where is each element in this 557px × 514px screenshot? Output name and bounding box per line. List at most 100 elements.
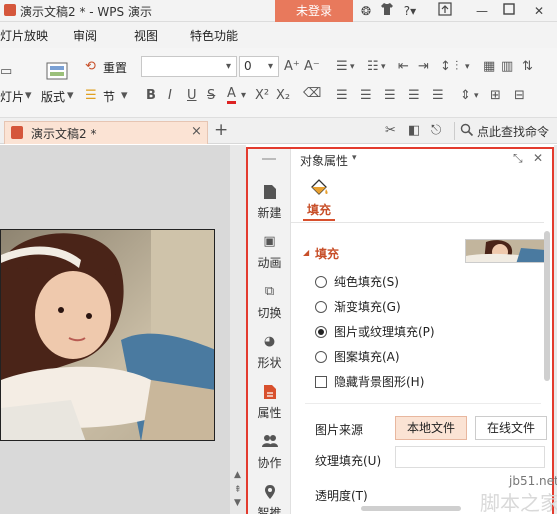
solid-fill-option[interactable]: 纯色填充(S)	[315, 273, 399, 289]
line-spacing-icon[interactable]: ↕	[440, 59, 451, 75]
bullet-list-dropdown-icon[interactable]: ▾	[350, 59, 355, 75]
shirt-icon[interactable]	[378, 2, 396, 20]
font-size-dropdown-icon[interactable]: ▾	[268, 59, 273, 75]
section-icon[interactable]: ☰	[85, 88, 97, 104]
skin-icon[interactable]: ❂	[357, 2, 375, 20]
increase-indent-icon[interactable]: ⇥	[418, 59, 429, 75]
vertical-align-icon[interactable]: ⊟	[514, 88, 525, 104]
layout-dropdown-icon[interactable]: ▾	[67, 88, 74, 104]
collapse-section-icon[interactable]: ◢	[303, 248, 309, 257]
numbered-list-dropdown-icon[interactable]: ▾	[381, 59, 386, 75]
font-name-select[interactable]	[141, 56, 237, 77]
text-direction-dropdown-icon[interactable]: ▾	[465, 59, 470, 75]
slide-vertical-scrollbar[interactable]: ▲ ⇞ ▼	[230, 145, 246, 514]
underline-button[interactable]: U	[187, 88, 197, 104]
menu-view[interactable]: 视图	[134, 27, 158, 44]
strikethrough-button[interactable]: S	[207, 88, 215, 104]
numbered-list-icon[interactable]: ☷	[367, 59, 379, 75]
side-tab-properties[interactable]: 属性	[248, 384, 291, 421]
section-button[interactable]: 节	[103, 88, 115, 105]
hide-background-option[interactable]: 隐藏背景图形(H)	[315, 373, 424, 389]
side-tab-shape[interactable]: ◕ 形状	[248, 334, 291, 371]
text-direction-icon[interactable]: ⫶	[455, 59, 458, 75]
login-button[interactable]: 未登录	[275, 0, 353, 22]
paragraph-spacing-dropdown-icon[interactable]: ▾	[474, 88, 479, 104]
decrease-font-icon[interactable]: A⁻	[304, 59, 320, 75]
close-pane-icon[interactable]: ✕	[533, 151, 543, 165]
pane-grip-icon[interactable]	[262, 158, 276, 160]
gradient-fill-option[interactable]: 渐变填充(G)	[315, 298, 401, 314]
command-search-input[interactable]: 点此查找命令	[477, 123, 549, 140]
undock-pane-icon[interactable]: ⤡	[513, 151, 523, 166]
new-slide-dropdown-icon[interactable]: ▾	[25, 88, 32, 104]
font-name-dropdown-icon[interactable]: ▾	[226, 59, 231, 75]
columns-icon[interactable]: ▥	[501, 59, 513, 75]
slide-picture[interactable]	[0, 229, 215, 441]
scroll-up-icon[interactable]: ▲	[234, 470, 241, 480]
properties-vertical-scrollbar[interactable]	[544, 231, 550, 381]
solid-fill-radio[interactable]	[315, 276, 327, 288]
clear-format-icon[interactable]: ⌫	[303, 86, 321, 102]
reset-button[interactable]: 重置	[103, 59, 127, 76]
gradient-fill-radio[interactable]	[315, 301, 327, 313]
side-tab-animation[interactable]: ▣ 动画	[248, 234, 291, 271]
layout-icon[interactable]	[46, 62, 68, 85]
properties-title[interactable]: 对象属性	[300, 152, 348, 169]
italic-button[interactable]: I	[168, 88, 172, 104]
menu-review[interactable]: 审阅	[73, 27, 97, 44]
picture-texture-fill-radio[interactable]	[315, 326, 327, 338]
new-tab-icon[interactable]: +	[214, 120, 228, 140]
hide-background-checkbox[interactable]	[315, 376, 327, 388]
side-tab-transition[interactable]: ⧉ 切换	[248, 284, 291, 321]
close-tab-icon[interactable]: ×	[191, 124, 202, 139]
side-tab-new[interactable]: 新建	[248, 184, 291, 221]
font-color-button[interactable]: A	[227, 86, 236, 104]
document-tab[interactable]: 演示文稿2 * ×	[4, 121, 208, 144]
section-dropdown-icon[interactable]: ▾	[121, 88, 128, 104]
fill-section-title[interactable]: 填充	[315, 245, 339, 262]
bullet-list-icon[interactable]: ☰	[336, 59, 348, 75]
pattern-fill-radio[interactable]	[315, 351, 327, 363]
menu-slideshow[interactable]: 灯片放映	[0, 27, 48, 44]
local-file-button[interactable]: 本地文件	[395, 416, 467, 440]
text-box-icon[interactable]: ⊞	[490, 88, 501, 104]
properties-horizontal-scrollbar[interactable]	[361, 506, 461, 511]
subscript-button[interactable]: X₂	[276, 88, 290, 104]
new-slide-button[interactable]: 灯片	[0, 88, 24, 105]
tools-icon[interactable]: ✂	[385, 123, 396, 139]
new-slide-icon[interactable]: ▭	[0, 64, 12, 80]
document-status-icon[interactable]: ◧	[408, 123, 420, 139]
pattern-fill-option[interactable]: 图案填充(A)	[315, 348, 400, 364]
decrease-indent-icon[interactable]: ⇤	[398, 59, 409, 75]
scroll-down-icon[interactable]: ▼	[234, 498, 241, 508]
help-icon[interactable]: ?▾	[399, 2, 421, 20]
menu-special-features[interactable]: 特色功能	[190, 27, 238, 44]
increase-font-icon[interactable]: A⁺	[284, 59, 300, 75]
fill-tab[interactable]: 填充	[305, 179, 333, 218]
distribute-icon[interactable]: ☰	[432, 88, 444, 104]
side-tab-collaborate[interactable]: 协作	[248, 434, 291, 471]
side-tab-recommend[interactable]: 智推	[248, 484, 291, 514]
align-center-icon[interactable]: ☰	[360, 88, 372, 104]
bold-button[interactable]: B	[146, 88, 156, 104]
maximize-icon[interactable]	[500, 2, 518, 20]
reset-icon[interactable]: ⟲	[85, 59, 96, 75]
scroll-page-up-icon[interactable]: ⇞	[234, 485, 242, 495]
restore-layout-icon[interactable]	[436, 2, 454, 20]
align-left-icon[interactable]: ☰	[336, 88, 348, 104]
justify-icon[interactable]: ☰	[408, 88, 420, 104]
share-icon[interactable]: ⎋	[431, 123, 441, 139]
sort-icon[interactable]: ⇅	[522, 59, 533, 75]
close-window-icon[interactable]: ✕	[530, 2, 548, 20]
paragraph-spacing-icon[interactable]: ⇕	[460, 88, 471, 104]
minimize-icon[interactable]: —	[473, 2, 491, 20]
properties-title-dropdown-icon[interactable]: ▾	[352, 153, 357, 163]
font-color-dropdown-icon[interactable]: ▾	[241, 88, 246, 104]
align-right-icon[interactable]: ☰	[384, 88, 396, 104]
table-icon[interactable]: ▦	[483, 59, 495, 75]
superscript-button[interactable]: X²	[255, 88, 269, 104]
search-icon[interactable]	[460, 123, 474, 142]
texture-fill-select[interactable]	[395, 446, 545, 468]
online-file-button[interactable]: 在线文件	[475, 416, 547, 440]
picture-texture-fill-option[interactable]: 图片或纹理填充(P)	[315, 323, 435, 339]
